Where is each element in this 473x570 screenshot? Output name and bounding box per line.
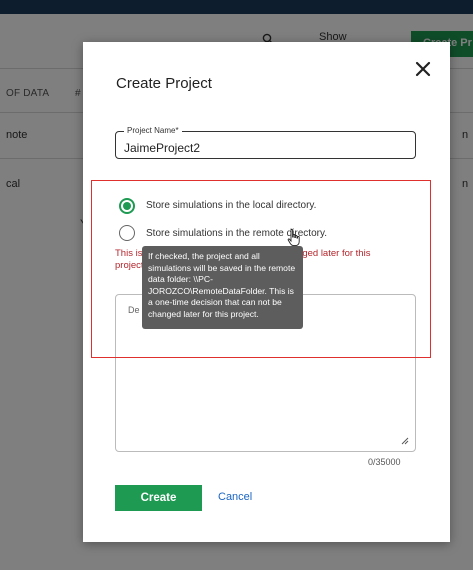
character-counter: 0/35000 (368, 457, 401, 467)
project-name-input[interactable] (116, 132, 415, 158)
resize-handle-icon[interactable] (401, 437, 409, 445)
pointer-cursor-icon (287, 229, 300, 247)
dialog-title: Create Project (116, 75, 212, 92)
close-icon[interactable] (413, 59, 433, 79)
project-name-field[interactable]: Project Name* (115, 126, 416, 159)
warning-line-start: This is (115, 248, 143, 259)
create-button[interactable]: Create (115, 485, 202, 511)
local-directory-label[interactable]: Store simulations in the local directory… (146, 200, 316, 211)
warning-line-2: project (115, 260, 144, 271)
description-placeholder: De (128, 305, 140, 315)
local-directory-radio[interactable] (119, 198, 135, 214)
remote-directory-radio[interactable] (119, 225, 135, 241)
remote-directory-tooltip: If checked, the project and all simulati… (142, 246, 303, 329)
cancel-link[interactable]: Cancel (218, 491, 252, 503)
